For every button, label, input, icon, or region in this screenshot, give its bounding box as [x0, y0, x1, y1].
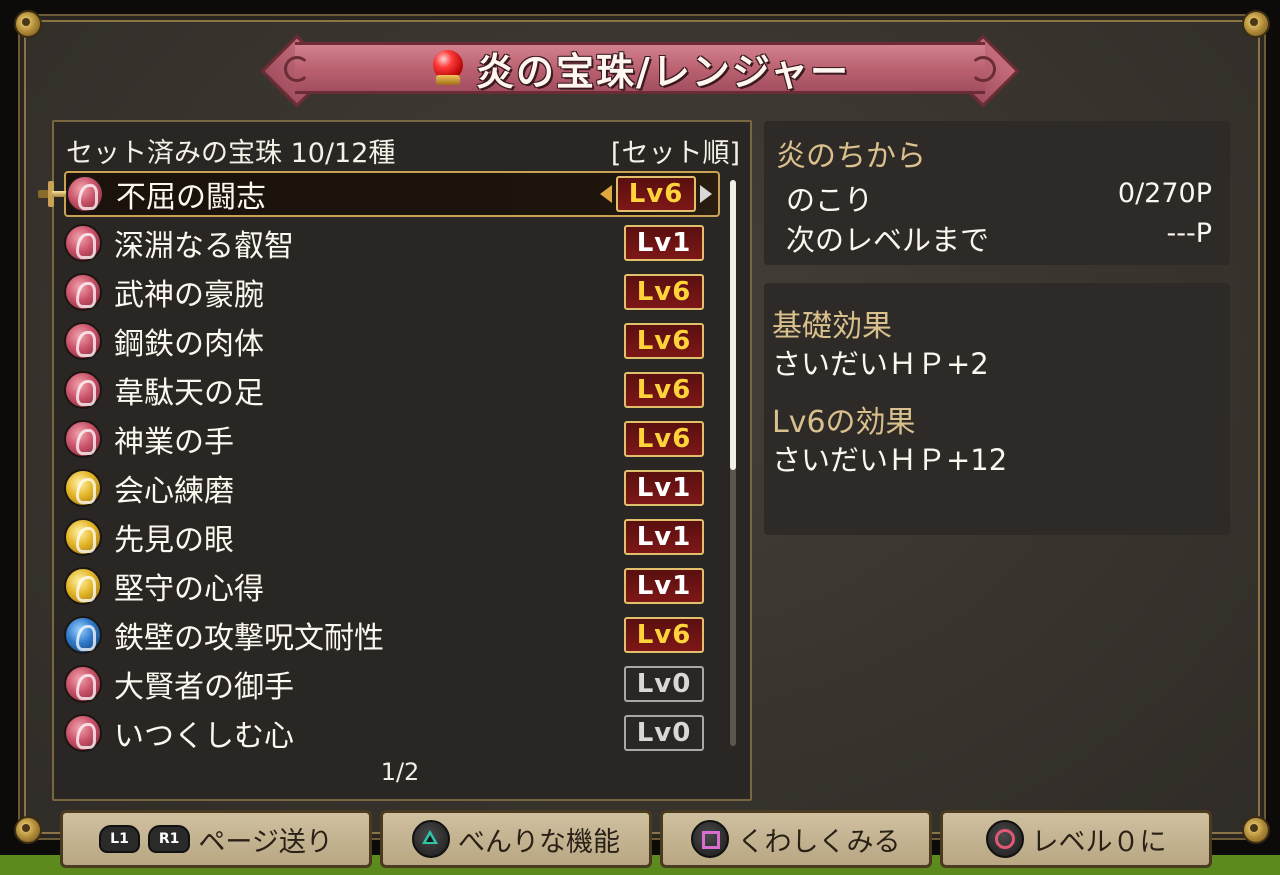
level-badge: Lv6 [624, 372, 704, 408]
title-banner: 炎の宝珠/レンジャー [255, 34, 1025, 108]
level-control: Lv1 [604, 225, 724, 261]
flame-gem-icon [64, 469, 102, 507]
orb-list-item[interactable]: 堅守の心得 Lv1 [64, 563, 720, 609]
sort-order-label[interactable]: [セット順] [611, 131, 740, 170]
level-badge: Lv0 [624, 666, 704, 702]
level-badge: Lv6 [624, 323, 704, 359]
next-level-label: 次のレベルまで [786, 223, 990, 257]
r1-button-icon: R1 [147, 825, 191, 853]
level-control: Lv6 [604, 421, 724, 457]
level-control: Lv0 [604, 715, 724, 751]
base-effect-title: 基礎効果 [772, 309, 892, 344]
level-control: Lv1 [604, 470, 724, 506]
orb-list-item[interactable]: 韋駄天の足 Lv6 [64, 367, 720, 413]
orb-list-item[interactable]: 先見の眼 Lv1 [64, 514, 720, 560]
power-title: 炎のちから [776, 139, 926, 174]
reset-level-button[interactable]: レベル０に [940, 810, 1212, 868]
flame-gem-icon [64, 518, 102, 556]
list-scrollbar[interactable] [730, 180, 736, 746]
level-control: Lv1 [604, 568, 724, 604]
orb-list-item[interactable]: 深淵なる叡智 Lv1 [64, 220, 720, 266]
flame-gem-icon [64, 322, 102, 360]
orb-list-item[interactable]: 神業の手 Lv6 [64, 416, 720, 462]
page-turn-label: ページ送り [198, 826, 333, 858]
scrollbar-thumb[interactable] [730, 180, 736, 470]
corner-ornament [14, 10, 42, 38]
view-details-button[interactable]: くわしくみる [660, 810, 932, 868]
level-effect-value: さいだいＨＰ+12 [772, 443, 1008, 477]
flame-gem-icon [64, 371, 102, 409]
level-badge: Lv1 [624, 568, 704, 604]
orb-list-item[interactable]: 会心練磨 Lv1 [64, 465, 720, 511]
triangle-button-icon [412, 820, 450, 858]
convenient-functions-button[interactable]: べんりな機能 [380, 810, 652, 868]
arrow-right-icon[interactable] [700, 185, 712, 203]
next-level-value: ---P [1166, 218, 1212, 249]
page-title: 炎の宝珠/レンジャー [476, 49, 850, 94]
level-badge: Lv1 [624, 470, 704, 506]
power-info-panel: 炎のちから のこり 0/270P 次のレベルまで ---P [764, 121, 1230, 265]
arrow-left-icon[interactable] [600, 185, 612, 203]
orb-list-item[interactable]: 鉄壁の攻撃呪文耐性 Lv6 [64, 612, 720, 658]
base-effect-value: さいだいＨＰ+2 [772, 347, 989, 381]
page-turn-button[interactable]: L1 R1 ページ送り [60, 810, 372, 868]
orb-list-item[interactable]: 大賢者の御手 Lv0 [64, 661, 720, 707]
set-count-label: セット済みの宝珠 10/12種 [66, 137, 396, 169]
view-details-label: くわしくみる [737, 826, 901, 858]
flame-gem-icon [64, 420, 102, 458]
orb-list-item[interactable]: 武神の豪腕 Lv6 [64, 269, 720, 315]
level-badge: Lv6 [616, 176, 696, 212]
corner-ornament [1242, 10, 1270, 38]
reset-level-label: レベル０に [1031, 826, 1167, 858]
level-badge: Lv6 [624, 274, 704, 310]
level-control: Lv1 [604, 519, 724, 555]
level-badge: Lv0 [624, 715, 704, 751]
orb-list-item[interactable]: いつくしむ心 Lv0 [64, 710, 720, 756]
flame-gem-icon [66, 175, 104, 213]
level-effect-title: Lv6の効果 [772, 405, 916, 440]
level-control: Lv6 [604, 274, 724, 310]
level-badge: Lv1 [624, 519, 704, 555]
page-indicator: 1/2 [380, 758, 420, 786]
flame-gem-icon [64, 273, 102, 311]
l1-button-icon: L1 [99, 825, 140, 853]
level-control: Lv6 [604, 323, 724, 359]
flame-gem-icon [64, 224, 102, 262]
circle-button-icon [985, 820, 1024, 858]
list-header: セット済みの宝珠 10/12種 [セット順] [66, 130, 740, 170]
red-orb-icon [430, 50, 466, 86]
level-badge: Lv6 [624, 617, 704, 653]
remaining-label: のこり [786, 183, 874, 217]
flame-gem-icon [64, 567, 102, 605]
effect-panel: 基礎効果 さいだいＨＰ+2 Lv6の効果 さいだいＨＰ+12 [764, 283, 1230, 535]
level-control: Lv0 [604, 666, 724, 702]
orb-list-item[interactable]: 不屈の闘志 Lv6 [38, 171, 720, 217]
flame-gem-icon [64, 665, 102, 703]
remaining-value: 0/270P [1117, 178, 1212, 209]
flame-gem-icon [64, 616, 102, 654]
level-badge: Lv1 [624, 225, 704, 261]
button-bar: L1 R1 ページ送り べんりな機能 くわしくみる レベル０に [0, 800, 1280, 875]
orb-list-item[interactable]: 鋼鉄の肉体 Lv6 [64, 318, 720, 364]
flame-gem-icon [64, 714, 102, 752]
convenient-functions-label: べんりな機能 [458, 826, 620, 858]
level-control: Lv6 [604, 372, 724, 408]
orb-list-panel: セット済みの宝珠 10/12種 [セット順] 不屈の闘志 Lv6 深淵なる叡智 Lv1… [38, 120, 752, 801]
square-button-icon [691, 820, 730, 858]
level-control[interactable]: Lv6 [596, 176, 716, 212]
level-control: Lv6 [604, 617, 724, 653]
level-badge: Lv6 [624, 421, 704, 457]
